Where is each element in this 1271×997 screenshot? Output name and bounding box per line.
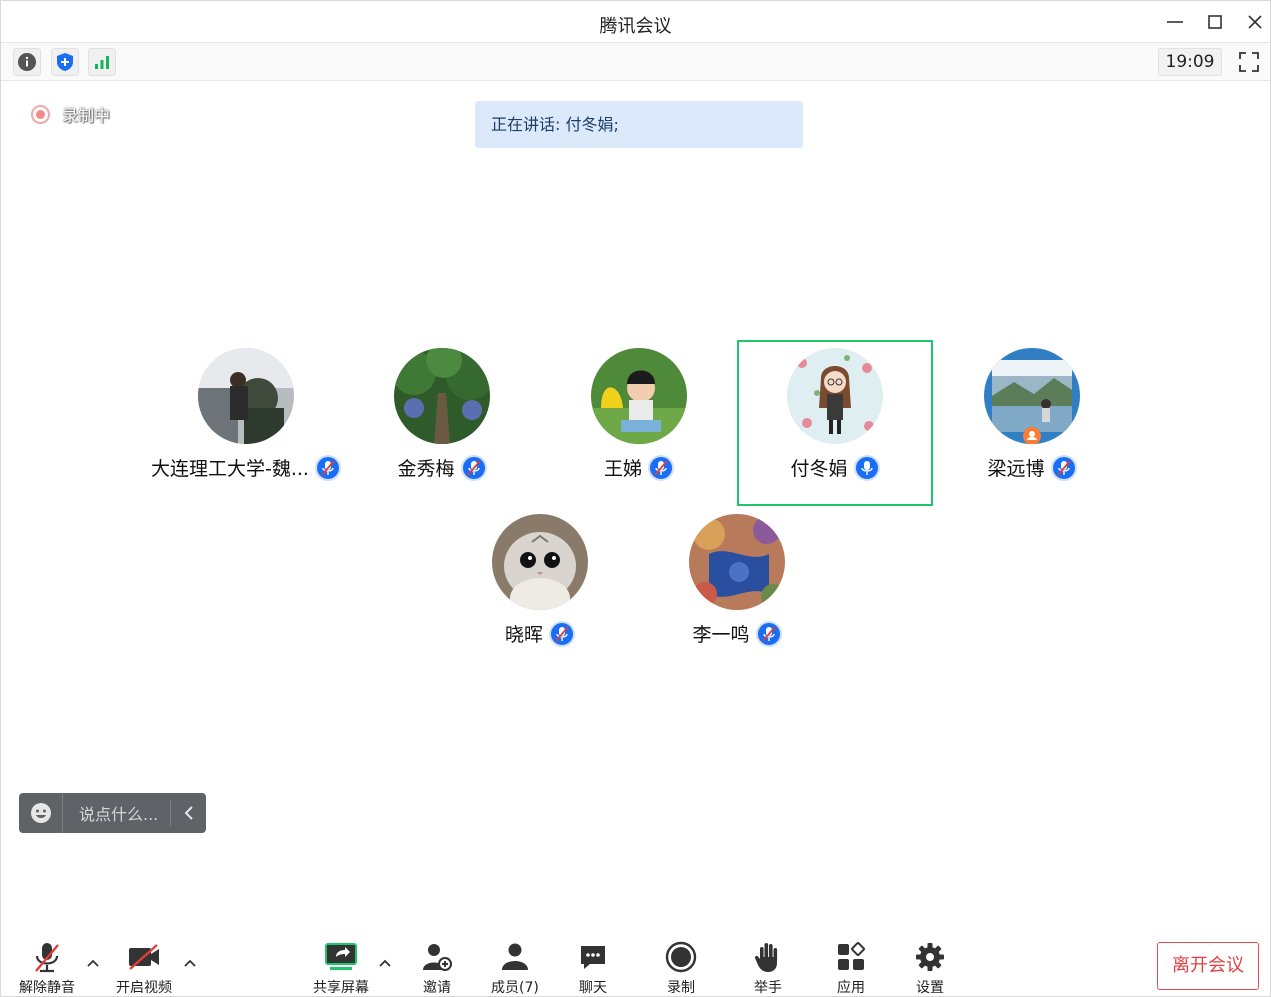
participant-tile[interactable]: 王娣 xyxy=(541,340,737,506)
network-status-button[interactable] xyxy=(88,48,116,76)
security-button[interactable] xyxy=(51,48,79,76)
share-screen-label: 共享屏幕 xyxy=(313,980,369,996)
signal-bars-icon xyxy=(95,56,109,69)
recording-dot-icon xyxy=(31,104,50,124)
leave-meeting-button[interactable]: 离开会议 xyxy=(1157,942,1259,990)
settings-button[interactable]: 设置 xyxy=(915,939,945,997)
invite-button[interactable]: 邀请 xyxy=(421,939,453,997)
chat-label: 聊天 xyxy=(579,980,607,996)
apps-label: 应用 xyxy=(837,980,865,996)
apps-grid-icon xyxy=(838,942,865,970)
raise-hand-icon xyxy=(754,943,778,972)
participant-avatar xyxy=(984,348,1080,444)
close-button[interactable] xyxy=(1241,9,1269,35)
participant-name: 李一鸣 xyxy=(692,624,750,646)
record-label: 录制 xyxy=(667,980,695,996)
participant-tile[interactable]: 晓晖 xyxy=(442,506,638,672)
settings-label: 设置 xyxy=(916,980,944,996)
info-icon xyxy=(18,53,36,71)
video-options-caret[interactable] xyxy=(183,956,197,970)
recording-label: 录制中 xyxy=(62,106,111,125)
participant-name: 金秀梅 xyxy=(397,458,455,480)
muted-mic-icon xyxy=(314,454,341,481)
members-icon xyxy=(501,943,528,970)
muted-mic-icon xyxy=(648,454,674,481)
camera-off-icon xyxy=(129,944,159,970)
smiley-icon xyxy=(30,803,51,823)
window-title: 腾讯会议 xyxy=(599,16,672,37)
share-screen-icon xyxy=(325,943,357,970)
meeting-clock: 19:09 xyxy=(1158,48,1222,76)
shield-icon xyxy=(57,53,73,71)
participant-tile-active-speaker[interactable]: 付冬娟 xyxy=(737,340,933,506)
participant-name: 付冬娟 xyxy=(790,458,848,480)
minimize-icon xyxy=(1167,21,1183,23)
participant-name: 晓晖 xyxy=(504,624,543,646)
chat-bubble-icon xyxy=(581,946,605,969)
minimize-button[interactable] xyxy=(1161,9,1189,35)
chevron-left-icon xyxy=(184,806,193,820)
participant-avatar xyxy=(591,348,687,444)
participant-avatar xyxy=(492,514,588,610)
members-label: 成员(7) xyxy=(491,980,539,996)
muted-mic-icon xyxy=(1050,454,1077,481)
unmuted-mic-icon xyxy=(853,454,880,481)
members-button[interactable]: 成员(7) xyxy=(491,939,539,997)
participant-avatar xyxy=(394,348,490,444)
start-video-label: 开启视频 xyxy=(116,980,172,996)
mic-muted-icon xyxy=(35,943,59,973)
invite-label: 邀请 xyxy=(423,980,451,996)
add-user-icon xyxy=(423,944,452,971)
muted-mic-icon xyxy=(549,620,575,647)
share-options-caret[interactable] xyxy=(378,956,392,970)
raise-hand-button[interactable]: 举手 xyxy=(754,939,782,997)
unmute-button[interactable]: 解除静音 xyxy=(19,939,75,997)
fullscreen-button[interactable] xyxy=(1235,48,1263,76)
participant-name: 大连理工大学-魏... xyxy=(151,458,309,480)
muted-mic-icon xyxy=(460,454,487,481)
participant-tile[interactable]: 梁远博 xyxy=(934,340,1130,506)
participant-name: 王娣 xyxy=(603,458,642,480)
emoji-button[interactable] xyxy=(19,793,63,833)
maximize-button[interactable] xyxy=(1201,9,1229,35)
share-screen-button[interactable]: 共享屏幕 xyxy=(313,939,369,997)
unmute-label: 解除静音 xyxy=(19,980,75,996)
apps-button[interactable]: 应用 xyxy=(836,939,866,997)
fullscreen-icon xyxy=(1239,52,1259,72)
participant-avatar xyxy=(198,348,294,444)
meeting-window: 腾讯会议 19:09 录制中 正在讲话: 付冬娟; 大连理工大学-魏... 金秀… xyxy=(0,0,1271,997)
participant-tile[interactable]: 大连理工大学-魏... xyxy=(148,340,344,506)
chevron-up-icon xyxy=(379,959,391,967)
raise-hand-label: 举手 xyxy=(754,980,782,996)
chat-button[interactable]: 聊天 xyxy=(578,939,608,997)
start-video-button[interactable]: 开启视频 xyxy=(116,939,172,997)
audio-options-caret[interactable] xyxy=(86,956,100,970)
chat-quick-input: 说点什么... xyxy=(19,793,206,833)
close-icon xyxy=(1248,15,1262,29)
collapse-chat-button[interactable] xyxy=(170,800,206,826)
participant-tile[interactable]: 李一鸣 xyxy=(639,506,835,672)
participant-avatar xyxy=(787,348,883,444)
chat-input[interactable]: 说点什么... xyxy=(63,801,170,825)
maximize-icon xyxy=(1208,15,1222,29)
meeting-toolbar: 19:09 xyxy=(1,43,1270,81)
meeting-info-button[interactable] xyxy=(13,48,41,76)
speaking-banner: 正在讲话: 付冬娟; xyxy=(475,101,803,148)
chevron-up-icon xyxy=(184,959,196,967)
chevron-up-icon xyxy=(87,959,99,967)
participant-tile[interactable]: 金秀梅 xyxy=(344,340,540,506)
participant-name: 梁远博 xyxy=(987,458,1045,480)
record-button[interactable]: 录制 xyxy=(665,939,697,997)
recording-indicator: 录制中 xyxy=(31,102,110,126)
record-icon xyxy=(665,941,697,973)
muted-mic-icon xyxy=(755,620,782,647)
gear-icon xyxy=(916,943,944,971)
title-bar: 腾讯会议 xyxy=(1,1,1270,43)
participant-avatar xyxy=(689,514,785,610)
